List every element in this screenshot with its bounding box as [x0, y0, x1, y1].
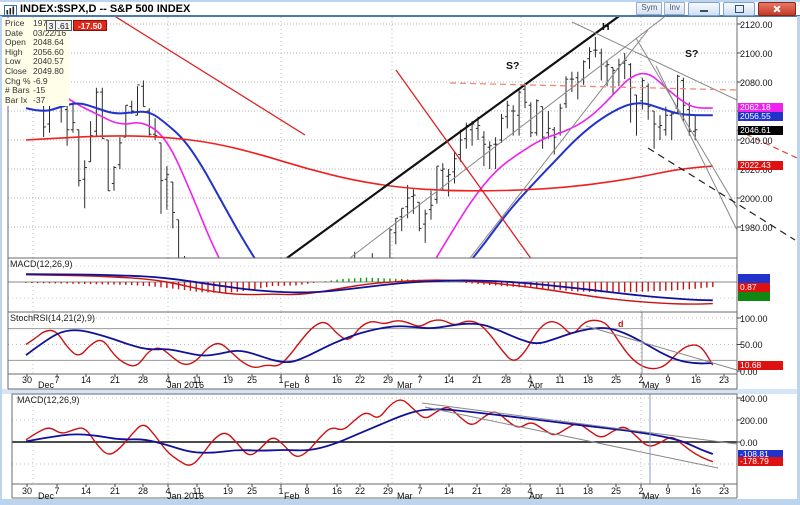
price-axis-label: 2080.00 — [740, 78, 773, 88]
macd-upper-value-tag — [738, 274, 770, 283]
x-tick-label: 9 — [665, 486, 670, 496]
annotation-d: d — [618, 319, 624, 329]
x-tick-label: 28 — [138, 375, 148, 385]
window-frame-left — [0, 0, 2, 505]
info-value: -37 — [33, 96, 45, 106]
app-icon — [4, 3, 17, 14]
x-tick-label: 7 — [417, 375, 422, 385]
x-tick-label: 22 — [355, 486, 365, 496]
x-month-label: Dec — [38, 380, 54, 390]
x-tick-label: 14 — [81, 375, 91, 385]
sym-button[interactable]: Sym — [636, 2, 662, 15]
restore-button[interactable] — [723, 2, 755, 16]
x-tick-label: 19 — [223, 375, 233, 385]
stochrsi-axis-label: 100.00 — [740, 314, 768, 324]
annotation-s: S? — [506, 60, 519, 72]
price-axis-label: 2120.00 — [740, 20, 773, 30]
x-tick-label: 1 — [278, 375, 283, 385]
stochrsi-axis-label: 50.00 — [740, 340, 763, 350]
x-tick-label: 8 — [304, 486, 309, 496]
close-button[interactable] — [758, 2, 796, 16]
info-label: Bar Ix — [5, 96, 33, 106]
x-tick-label: 25 — [247, 375, 257, 385]
x-month-label: Apr — [529, 380, 543, 390]
x-tick-label: 11 — [555, 375, 564, 385]
window-titlebar[interactable]: INDEX:$SPX,D -- S&P 500 INDEX Sym Inv — [0, 0, 800, 16]
annotation-s: S? — [685, 48, 698, 60]
x-tick-label: 25 — [611, 375, 621, 385]
x-month-label: Mar — [397, 380, 413, 390]
x-tick-label: 30 — [22, 375, 32, 385]
annotation-h: H — [602, 21, 610, 33]
minimize-icon — [700, 10, 708, 12]
x-month-label: May — [642, 380, 659, 390]
x-tick-label: 28 — [138, 486, 148, 496]
x-tick-label: 28 — [501, 375, 511, 385]
window-frame-bottom — [0, 499, 800, 505]
x-tick-label: 29 — [383, 375, 393, 385]
chart-overlay: Price1973.28Date03/22/16Open2048.64High2… — [0, 0, 800, 505]
x-tick-label: 21 — [472, 486, 482, 496]
x-tick-label: 21 — [110, 486, 120, 496]
macd-axis-label: 400.00 — [740, 394, 768, 404]
minimize-button[interactable] — [688, 2, 720, 16]
x-tick-label: 21 — [110, 375, 120, 385]
macd-axis-label: 0.00 — [740, 438, 758, 448]
x-tick-label: 18 — [583, 375, 593, 385]
macd-lower-panel-title: MACD(12,26,9) — [17, 395, 80, 405]
macd-axis-label: 200.00 — [740, 416, 768, 426]
restore-icon — [735, 5, 744, 13]
x-tick-label: 21 — [472, 375, 482, 385]
x-tick-label: 11 — [555, 486, 564, 496]
x-tick-label: 25 — [611, 486, 621, 496]
x-tick-label: 16 — [691, 486, 701, 496]
close-icon — [773, 5, 781, 13]
x-month-label: Jan 2016 — [167, 380, 204, 390]
x-tick-label: 29 — [383, 486, 393, 496]
macd-upper-value-tag: 0.87 — [738, 283, 770, 292]
x-tick-label: 7 — [54, 486, 59, 496]
price-axis-label: 1980.00 — [740, 223, 773, 233]
x-tick-label: 7 — [417, 486, 422, 496]
price-value-tag: 2022.43 — [738, 161, 783, 170]
stochrsi-value-tag: 10.68 — [738, 361, 783, 370]
x-tick-label: 19 — [223, 486, 233, 496]
x-tick-label: 25 — [247, 486, 257, 496]
x-tick-label: 14 — [444, 375, 454, 385]
x-tick-label: 30 — [22, 486, 32, 496]
x-tick-label: 8 — [304, 375, 309, 385]
x-tick-label: 14 — [444, 486, 454, 496]
window-title: INDEX:$SPX,D -- S&P 500 INDEX — [20, 3, 190, 15]
info-row: Bar Ix-37 — [5, 96, 67, 106]
x-tick-label: 7 — [54, 375, 59, 385]
x-tick-label: 23 — [719, 486, 729, 496]
change-box-negative: -17.50 — [73, 20, 107, 31]
inv-button[interactable]: Inv — [664, 2, 685, 15]
x-tick-label: 28 — [501, 486, 511, 496]
price-axis-label: 2040.00 — [740, 136, 773, 146]
x-tick-label: 23 — [719, 375, 729, 385]
x-tick-label: 9 — [665, 375, 670, 385]
x-tick-label: 22 — [355, 375, 365, 385]
change-box-b: .61 — [55, 20, 72, 31]
macd-upper-panel-title: MACD(12,26,9) — [10, 259, 73, 269]
price-value-tag: 2046.61 — [738, 126, 783, 135]
x-tick-label: 16 — [691, 375, 701, 385]
x-tick-label: 1 — [278, 486, 283, 496]
macd-upper-value-tag — [738, 292, 770, 301]
x-tick-label: 16 — [332, 486, 342, 496]
price-axis-label: 2100.00 — [740, 49, 773, 59]
x-tick-label: 18 — [583, 486, 593, 496]
macd-lower-value-tag: -178.79 — [738, 457, 783, 466]
x-month-label: Feb — [284, 380, 300, 390]
price-value-tag: 2056.55 — [738, 112, 783, 121]
x-tick-label: 16 — [332, 375, 342, 385]
x-tick-label: 14 — [81, 486, 91, 496]
stochrsi-panel-title: StochRSI(14,21(2),9) — [10, 313, 95, 323]
chart-window: INDEX:$SPX,D -- S&P 500 INDEX Sym Inv Pr… — [0, 0, 800, 505]
price-axis-label: 2000.00 — [740, 194, 773, 204]
